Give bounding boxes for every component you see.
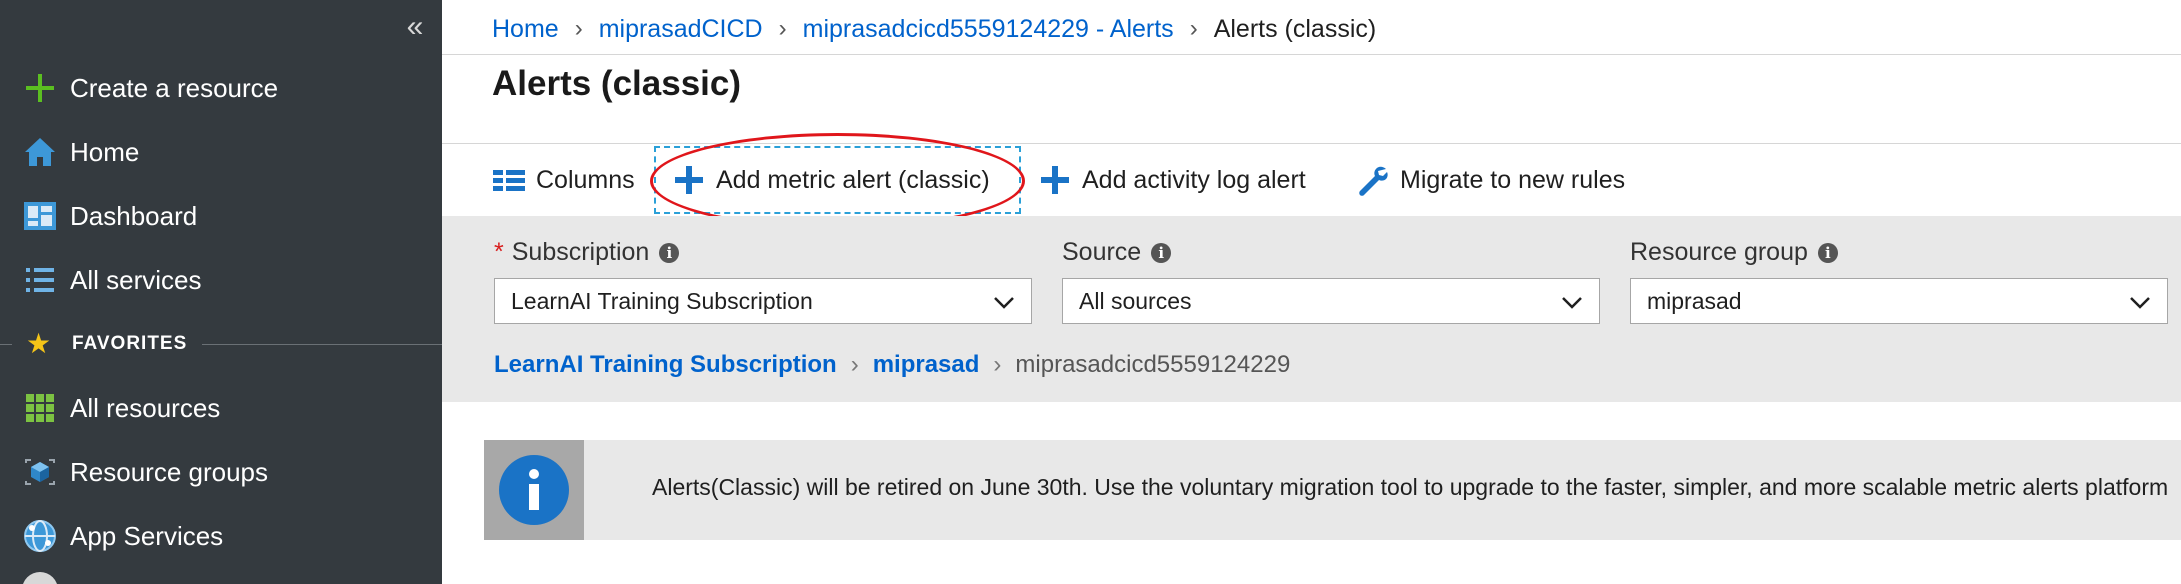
retirement-banner: Alerts(Classic) will be retired on June … <box>484 440 2181 540</box>
info-icon[interactable]: i <box>1151 242 1172 263</box>
plus-icon <box>672 163 706 197</box>
cube-icon <box>22 454 58 490</box>
wrench-icon <box>1356 163 1390 197</box>
chevron-down-icon <box>1562 297 1582 309</box>
sidebar-item-home[interactable]: Home <box>0 124 442 180</box>
breadcrumb-home[interactable]: Home <box>492 15 559 44</box>
star-icon: ★ <box>26 328 52 359</box>
dashboard-icon <box>22 198 58 234</box>
sidebar-item-label: All services <box>70 264 202 295</box>
source-dropdown[interactable]: All sources <box>1062 278 1600 324</box>
favorites-label: FAVORITES <box>72 333 188 354</box>
add-metric-alert-label: Add metric alert (classic) <box>716 165 990 194</box>
favorites-header: ★ FAVORITES <box>0 326 442 362</box>
columns-icon <box>492 163 526 197</box>
sidebar-item-all-services[interactable]: All services <box>0 252 442 308</box>
command-bar: Columns Add metric alert (classic) Add a… <box>442 144 2181 216</box>
breadcrumb: Home › miprasadCICD › miprasadcicd555912… <box>492 12 1376 46</box>
sidebar-item-label: All resources <box>70 392 221 423</box>
chevron-right-icon: › <box>1189 15 1198 42</box>
add-activity-log-alert-button[interactable]: Add activity log alert <box>1038 144 1306 216</box>
banner-message: Alerts(Classic) will be retired on June … <box>652 474 2169 500</box>
plus-icon <box>22 70 58 106</box>
sidebar-item-label: App Services <box>70 520 224 551</box>
plus-icon <box>1038 163 1072 197</box>
info-icon <box>499 455 569 525</box>
subscription-value: LearnAI Training Subscription <box>511 287 813 314</box>
partial-sidebar-icon <box>22 572 58 584</box>
sidebar-item-label: Dashboard <box>70 200 198 231</box>
sidebar-item-label: Resource groups <box>70 456 268 487</box>
add-activity-log-alert-label: Add activity log alert <box>1082 165 1306 194</box>
divider <box>0 344 12 345</box>
chevron-right-icon: › <box>574 15 583 42</box>
scope-path: LearnAI Training Subscription › miprasad… <box>494 348 1290 382</box>
add-metric-alert-button[interactable]: Add metric alert (classic) <box>672 144 990 216</box>
scope-resource: miprasadcicd5559124229 <box>1015 351 1291 378</box>
breadcrumb-resource[interactable]: miprasadCICD <box>599 15 763 44</box>
migrate-rules-label: Migrate to new rules <box>1400 165 1626 194</box>
required-marker: * <box>494 238 504 266</box>
main-content: Home › miprasadCICD › miprasadcicd555912… <box>442 0 2181 584</box>
migrate-rules-button[interactable]: Migrate to new rules <box>1356 144 1625 216</box>
azure-portal: « Create a resource Home Dashboard All s… <box>0 0 2181 584</box>
collapse-sidebar-button[interactable]: « <box>400 10 430 44</box>
divider <box>442 54 2181 55</box>
partial-text <box>492 568 499 584</box>
banner-icon-box <box>484 440 584 540</box>
sidebar-item-dashboard[interactable]: Dashboard <box>0 188 442 244</box>
sidebar: « Create a resource Home Dashboard All s… <box>0 0 442 584</box>
resource-group-value: miprasad <box>1647 287 1742 314</box>
home-icon <box>22 134 58 170</box>
filter-panel: * Subscription i LearnAI Training Subscr… <box>442 216 2181 402</box>
source-label: Source i <box>1062 238 1172 267</box>
columns-label: Columns <box>536 165 635 194</box>
breadcrumb-current: Alerts (classic) <box>1213 14 1377 43</box>
subscription-label-text: Subscription <box>511 238 650 266</box>
divider <box>202 344 442 345</box>
globe-icon <box>22 518 58 554</box>
info-icon[interactable]: i <box>659 242 680 263</box>
chevron-right-icon: › <box>850 351 859 378</box>
scope-subscription-link[interactable]: LearnAI Training Subscription <box>494 351 837 379</box>
source-label-text: Source <box>1062 238 1142 266</box>
breadcrumb-alerts[interactable]: miprasadcicd5559124229 - Alerts <box>803 15 1174 44</box>
resource-group-dropdown[interactable]: miprasad <box>1630 278 2168 324</box>
subscription-label: * Subscription i <box>494 238 680 267</box>
subscription-dropdown[interactable]: LearnAI Training Subscription <box>494 278 1032 324</box>
sidebar-item-all-resources[interactable]: All resources <box>0 380 442 436</box>
sidebar-item-resource-groups[interactable]: Resource groups <box>0 444 442 500</box>
columns-button[interactable]: Columns <box>492 144 635 216</box>
chevron-right-icon: › <box>778 15 787 42</box>
resource-group-label-text: Resource group <box>1630 238 1808 266</box>
chevron-down-icon <box>994 297 1014 309</box>
chevron-right-icon: › <box>993 351 1002 378</box>
resource-group-label: Resource group i <box>1630 238 1838 267</box>
scope-resource-group-link[interactable]: miprasad <box>873 351 980 379</box>
chevron-down-icon <box>2130 297 2150 309</box>
info-icon[interactable]: i <box>1817 242 1838 263</box>
list-icon <box>22 262 58 298</box>
page-title: Alerts (classic) <box>492 64 742 103</box>
sidebar-item-app-services[interactable]: App Services <box>0 508 442 564</box>
sidebar-item-label: Home <box>70 136 140 167</box>
grid-icon <box>22 390 58 426</box>
sidebar-item-label: Create a resource <box>70 72 279 103</box>
sidebar-item-create-resource[interactable]: Create a resource <box>0 60 442 116</box>
source-value: All sources <box>1079 287 1192 314</box>
